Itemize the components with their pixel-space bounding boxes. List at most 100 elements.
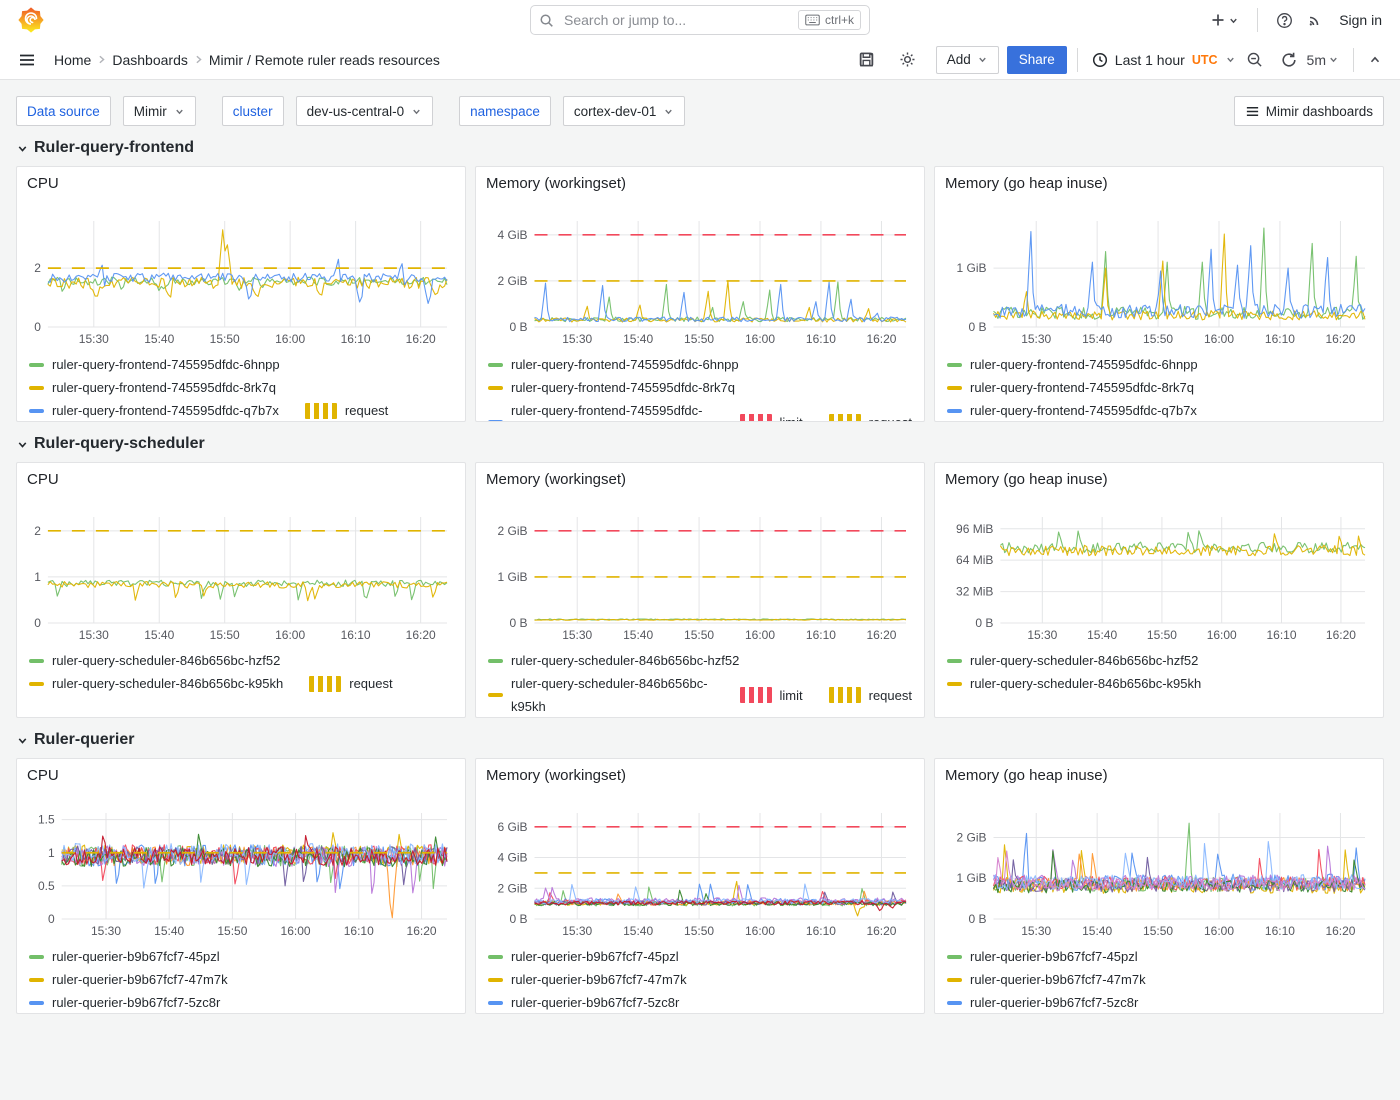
time-range-picker[interactable]: Last 1 hour UTC bbox=[1088, 48, 1240, 72]
legend-item-ruler-query-scheduler-846b656bc-k95kh[interactable]: ruler-query-scheduler-846b656bc-k95kh bbox=[488, 672, 714, 718]
legend-item-ruler-query-frontend-745595dfdc-6hnpp[interactable]: ruler-query-frontend-745595dfdc-6hnpp bbox=[488, 353, 739, 376]
sign-in-link[interactable]: Sign in bbox=[1339, 12, 1382, 28]
legend-item-ruler-query-frontend-745595dfdc-q7b7x[interactable]: ruler-query-frontend-745595dfdc-q7b7x bbox=[947, 399, 1197, 422]
mimir-dashboards-button[interactable]: Mimir dashboards bbox=[1234, 96, 1384, 126]
panel-title[interactable]: CPU bbox=[27, 175, 59, 197]
time-series-chart[interactable]: 0 B2 GiB4 GiB15:3015:4015:5016:0016:1016… bbox=[486, 197, 914, 349]
add-panel-button[interactable]: Add bbox=[936, 46, 999, 74]
time-series-chart[interactable]: 00.511.515:3015:4015:5016:0016:1016:20 bbox=[27, 789, 455, 941]
legend-swatch bbox=[488, 659, 503, 663]
legend-swatch bbox=[488, 978, 503, 982]
panel-title[interactable]: Memory (go heap inuse) bbox=[945, 175, 1108, 197]
legend-label: ruler-query-scheduler-846b656bc-k95kh bbox=[970, 672, 1201, 695]
legend-swatch bbox=[740, 414, 772, 422]
legend-item-limit[interactable]: limit bbox=[740, 399, 803, 422]
panel-row: CPU00.511.515:3015:4015:5016:0016:1016:2… bbox=[16, 758, 1384, 1014]
panel-title[interactable]: Memory (go heap inuse) bbox=[945, 767, 1108, 789]
svg-text:16:00: 16:00 bbox=[745, 924, 775, 938]
legend-item-ruler-query-frontend-745595dfdc-8rk7q[interactable]: ruler-query-frontend-745595dfdc-8rk7q bbox=[488, 376, 735, 399]
collapse-toolbar-button[interactable] bbox=[1364, 49, 1386, 71]
legend-item-ruler-query-scheduler-846b656bc-k95kh[interactable]: ruler-query-scheduler-846b656bc-k95kh bbox=[947, 672, 1201, 695]
legend-item-ruler-query-scheduler-846b656bc-hzf52[interactable]: ruler-query-scheduler-846b656bc-hzf52 bbox=[947, 649, 1198, 672]
legend-item-ruler-querier-b9b67fcf7-47m7k[interactable]: ruler-querier-b9b67fcf7-47m7k bbox=[29, 968, 228, 991]
variable-label-cluster[interactable]: cluster bbox=[222, 96, 284, 126]
legend-row: ruler-query-frontend-745595dfdc-6hnpp bbox=[29, 353, 453, 376]
legend-row: ruler-query-frontend-745595dfdc-q7b7x lim… bbox=[488, 399, 912, 422]
time-series-chart[interactable]: 0 B1 GiB2 GiB15:3015:4015:5016:0016:1016… bbox=[945, 789, 1373, 941]
save-dashboard-button[interactable] bbox=[854, 47, 879, 72]
refresh-button[interactable] bbox=[1277, 48, 1301, 72]
variable-value-namespace[interactable]: cortex-dev-01 bbox=[563, 96, 686, 126]
menu-toggle-button[interactable] bbox=[14, 47, 40, 73]
chevron-down-icon bbox=[663, 106, 674, 117]
variable-value-data-source[interactable]: Mimir bbox=[123, 96, 196, 126]
legend-item-ruler-querier-b9b67fcf7-5zc8r[interactable]: ruler-querier-b9b67fcf7-5zc8r bbox=[488, 991, 679, 1014]
legend-item-ruler-querier-b9b67fcf7-5zc8r[interactable]: ruler-querier-b9b67fcf7-5zc8r bbox=[29, 991, 220, 1014]
legend-swatch bbox=[947, 682, 962, 686]
svg-text:16:00: 16:00 bbox=[1204, 924, 1234, 938]
legend-item-ruler-querier-b9b67fcf7-45pzl[interactable]: ruler-querier-b9b67fcf7-45pzl bbox=[29, 945, 220, 968]
variable-label-data-source[interactable]: Data source bbox=[16, 96, 111, 126]
variable-value-cluster[interactable]: dev-us-central-0 bbox=[296, 96, 434, 126]
legend-item-ruler-query-frontend-745595dfdc-q7b7x[interactable]: ruler-query-frontend-745595dfdc-q7b7x bbox=[29, 399, 279, 422]
zoom-out-time-button[interactable] bbox=[1242, 47, 1267, 72]
legend-item-ruler-query-scheduler-846b656bc-hzf52[interactable]: ruler-query-scheduler-846b656bc-hzf52 bbox=[488, 649, 739, 672]
panel-title[interactable]: CPU bbox=[27, 471, 59, 493]
list-icon bbox=[1245, 104, 1260, 119]
legend-item-ruler-querier-b9b67fcf7-47m7k[interactable]: ruler-querier-b9b67fcf7-47m7k bbox=[488, 968, 687, 991]
legend-item-ruler-querier-b9b67fcf7-45pzl[interactable]: ruler-querier-b9b67fcf7-45pzl bbox=[947, 945, 1138, 968]
global-search[interactable]: ctrl+k bbox=[530, 5, 870, 35]
time-series-chart[interactable]: 01215:3015:4015:5016:0016:1016:20 bbox=[27, 493, 455, 645]
legend-item-ruler-query-frontend-745595dfdc-6hnpp[interactable]: ruler-query-frontend-745595dfdc-6hnpp bbox=[29, 353, 280, 376]
share-button[interactable]: Share bbox=[1007, 46, 1067, 74]
legend-swatch bbox=[488, 955, 503, 959]
breadcrumb-home[interactable]: Home bbox=[54, 52, 91, 68]
legend-label: limit bbox=[780, 684, 803, 707]
legend-item-ruler-query-frontend-745595dfdc-6hnpp[interactable]: ruler-query-frontend-745595dfdc-6hnpp bbox=[947, 353, 1198, 376]
panel-title[interactable]: CPU bbox=[27, 767, 59, 789]
time-series-chart[interactable]: 0215:3015:4015:5016:0016:1016:20 bbox=[27, 197, 455, 349]
legend-swatch bbox=[947, 955, 962, 959]
legend-swatch bbox=[740, 687, 772, 703]
legend-item-ruler-querier-b9b67fcf7-47m7k[interactable]: ruler-querier-b9b67fcf7-47m7k bbox=[947, 968, 1146, 991]
legend-item-request[interactable]: request bbox=[305, 399, 388, 422]
time-series-chart[interactable]: 0 B2 GiB4 GiB6 GiB15:3015:4015:5016:0016… bbox=[486, 789, 914, 941]
new-menu-button[interactable] bbox=[1206, 8, 1243, 32]
legend-item-request[interactable]: request bbox=[829, 672, 912, 718]
time-series-chart[interactable]: 0 B1 GiB2 GiB15:3015:4015:5016:0016:1016… bbox=[486, 493, 914, 645]
svg-text:16:10: 16:10 bbox=[1265, 332, 1295, 346]
legend-item-ruler-query-frontend-745595dfdc-8rk7q[interactable]: ruler-query-frontend-745595dfdc-8rk7q bbox=[29, 376, 276, 399]
panel-title[interactable]: Memory (workingset) bbox=[486, 471, 626, 493]
section-header-ruler-query-frontend[interactable]: Ruler-query-frontend bbox=[16, 139, 194, 157]
time-series-chart[interactable]: 0 B32 MiB64 MiB96 MiB15:3015:4015:5016:0… bbox=[945, 493, 1373, 645]
panel-title[interactable]: Memory (workingset) bbox=[486, 767, 626, 789]
legend-item-request[interactable]: request bbox=[829, 399, 912, 422]
legend-item-ruler-querier-b9b67fcf7-5zc8r[interactable]: ruler-querier-b9b67fcf7-5zc8r bbox=[947, 991, 1138, 1014]
help-button[interactable] bbox=[1272, 8, 1297, 33]
legend-item-ruler-query-frontend-745595dfdc-8rk7q[interactable]: ruler-query-frontend-745595dfdc-8rk7q bbox=[947, 376, 1194, 399]
dashboard-settings-button[interactable] bbox=[895, 47, 920, 72]
legend-item-ruler-query-scheduler-846b656bc-k95kh[interactable]: ruler-query-scheduler-846b656bc-k95kh bbox=[29, 672, 283, 695]
variable-label-namespace[interactable]: namespace bbox=[459, 96, 551, 126]
svg-text:15:30: 15:30 bbox=[562, 332, 592, 346]
svg-text:1: 1 bbox=[48, 846, 55, 860]
legend-item-ruler-query-frontend-745595dfdc-q7b7x[interactable]: ruler-query-frontend-745595dfdc-q7b7x bbox=[488, 399, 714, 422]
grafana-logo-icon[interactable] bbox=[18, 7, 44, 33]
panel-title[interactable]: Memory (workingset) bbox=[486, 175, 626, 197]
time-series-chart[interactable]: 0 B1 GiB15:3015:4015:5016:0016:1016:20 bbox=[945, 197, 1373, 349]
panel-title[interactable]: Memory (go heap inuse) bbox=[945, 471, 1108, 493]
legend-item-ruler-querier-b9b67fcf7-45pzl[interactable]: ruler-querier-b9b67fcf7-45pzl bbox=[488, 945, 679, 968]
section-header-ruler-querier[interactable]: Ruler-querier bbox=[16, 731, 134, 749]
refresh-interval-dropdown[interactable]: 5m bbox=[1303, 48, 1343, 72]
legend-item-limit[interactable]: limit bbox=[740, 672, 803, 718]
svg-text:16:10: 16:10 bbox=[1265, 924, 1295, 938]
legend-item-request[interactable]: request bbox=[309, 672, 392, 695]
search-input[interactable] bbox=[562, 11, 790, 29]
news-button[interactable] bbox=[1303, 8, 1327, 32]
legend-item-ruler-query-scheduler-846b656bc-hzf52[interactable]: ruler-query-scheduler-846b656bc-hzf52 bbox=[29, 649, 280, 672]
dashboard-toolbar: Home Dashboards Mimir / Remote ruler rea… bbox=[0, 40, 1400, 80]
breadcrumb-dashboards[interactable]: Dashboards bbox=[112, 52, 188, 68]
chevron-down-icon bbox=[411, 106, 422, 117]
gear-icon bbox=[899, 51, 916, 68]
section-header-ruler-query-scheduler[interactable]: Ruler-query-scheduler bbox=[16, 435, 205, 453]
